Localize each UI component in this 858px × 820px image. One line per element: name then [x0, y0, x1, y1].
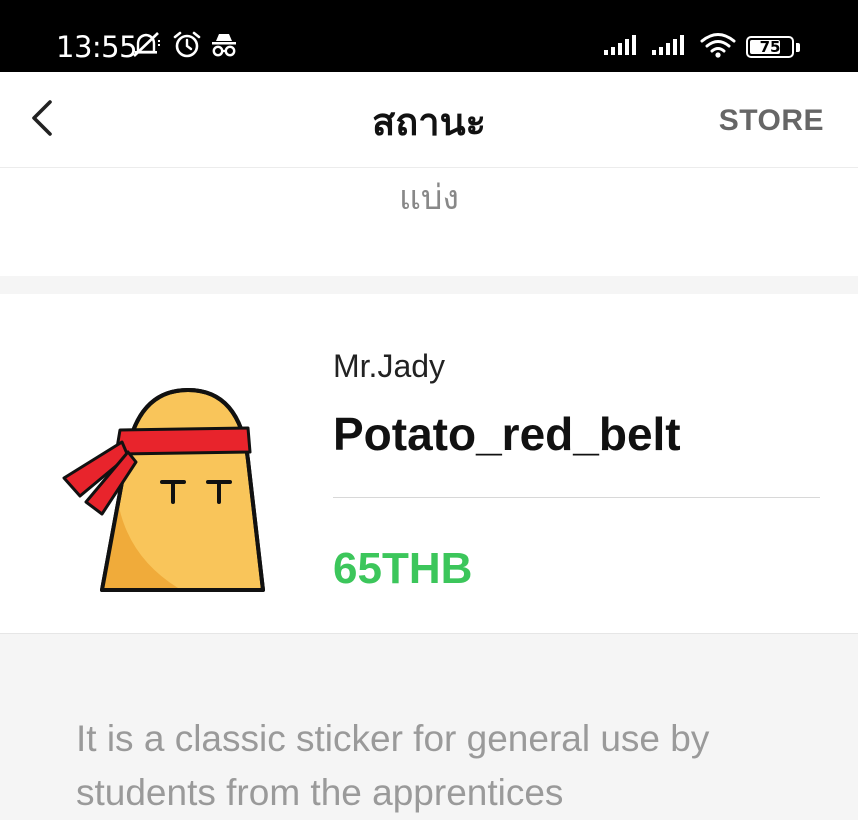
price-label: 65THB: [333, 544, 473, 593]
header: สถานะ STORE: [0, 72, 858, 168]
wifi-icon: [700, 31, 736, 64]
store-button[interactable]: STORE: [719, 103, 824, 139]
battery-level: 75: [746, 36, 794, 58]
status-icons-left: [132, 30, 238, 64]
alarm-icon: [172, 30, 202, 65]
incognito-icon: [210, 31, 238, 64]
product-title: Potato_red_belt: [333, 408, 681, 460]
author-name[interactable]: Mr.Jady: [333, 346, 445, 386]
product-card: Mr.Jady Potato_red_belt 65THB: [0, 294, 858, 634]
battery-percent: 75: [759, 38, 781, 56]
battery-icon: 75: [746, 36, 800, 58]
status-bar: 13:55 75: [0, 0, 858, 72]
signal-icon: [652, 33, 690, 62]
divider: [333, 497, 820, 498]
mute-icon: [132, 30, 164, 65]
status-time: 13:55: [56, 30, 138, 64]
share-button[interactable]: แบ่ง: [0, 176, 858, 220]
product-description: It is a classic sticker for general use …: [76, 718, 710, 813]
status-icons-right: 75: [604, 30, 800, 64]
share-section: แบ่ง: [0, 168, 858, 276]
potato-sticker-icon[interactable]: [58, 382, 272, 600]
battery-tip: [796, 42, 800, 52]
signal-icon: [604, 33, 642, 62]
